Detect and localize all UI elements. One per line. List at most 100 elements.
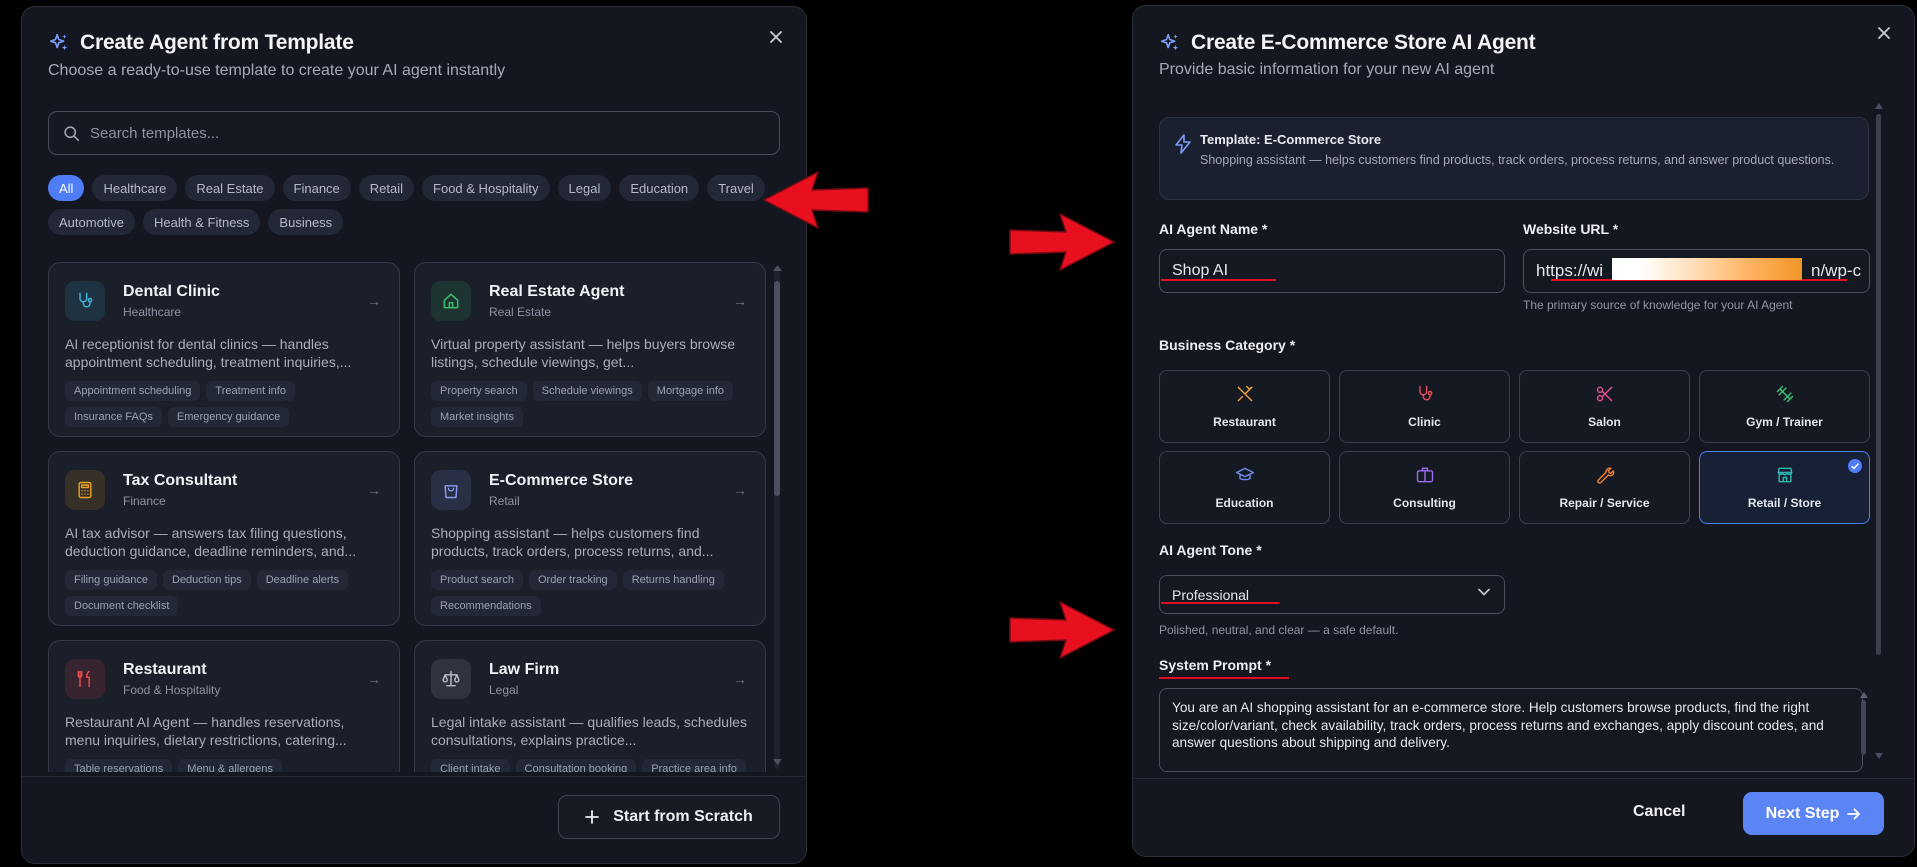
scrollbar-thumb[interactable]: [1876, 114, 1881, 655]
start-from-scratch-label: Start from Scratch: [613, 808, 753, 825]
feature-tag: Consultation booking: [515, 759, 637, 772]
template-card[interactable]: Tax Consultant Finance → AI tax advisor …: [48, 451, 400, 626]
filter-chip[interactable]: Education: [619, 175, 700, 201]
arrow-right-icon: →: [733, 293, 747, 309]
dumbbell-icon: [1775, 384, 1795, 409]
template-info-box: Template: E-Commerce Store Shopping assi…: [1159, 117, 1869, 200]
website-url-hint: The primary source of knowledge for your…: [1523, 298, 1793, 312]
scroll-up-icon[interactable]: [773, 265, 782, 271]
template-card[interactable]: E-Commerce Store Retail → Shopping assis…: [414, 451, 766, 626]
lightning-icon: [1175, 134, 1191, 154]
scissors-icon: [1595, 384, 1615, 409]
arrow-right-icon: [1847, 808, 1861, 819]
shopping-bag-icon: [431, 470, 471, 510]
feature-tag: Document checklist: [65, 596, 179, 616]
system-prompt-textarea[interactable]: You are an AI shopping assistant for an …: [1159, 688, 1863, 772]
agent-tone-select[interactable]: Professional: [1159, 575, 1505, 614]
filter-chip[interactable]: All: [48, 175, 85, 201]
template-card[interactable]: Restaurant Food & Hospitality → Restaura…: [48, 640, 400, 772]
annotation-underline: [1159, 677, 1289, 679]
feature-tag: Market insights: [431, 407, 523, 427]
close-button[interactable]: [764, 25, 788, 49]
filter-chip[interactable]: Healthcare: [92, 175, 178, 201]
scrollbar-thumb[interactable]: [774, 281, 780, 496]
website-url-value-end: n/wp-c: [1811, 261, 1862, 280]
filter-chip[interactable]: Health & Fitness: [143, 209, 261, 235]
scrollbar-track[interactable]: [774, 269, 780, 769]
dialog-header: Create E-Commerce Store AI Agent: [1159, 31, 1536, 55]
category-option[interactable]: Consulting: [1339, 451, 1510, 524]
category-option[interactable]: Education: [1159, 451, 1330, 524]
plus-icon: [585, 810, 600, 824]
filter-chip[interactable]: Legal: [557, 175, 612, 201]
fork-knife-icon: [65, 659, 105, 699]
check-icon: [1848, 459, 1862, 473]
feature-tag: Insurance FAQs: [65, 407, 162, 427]
search-icon: [64, 125, 80, 141]
system-prompt-value: You are an AI shopping assistant for an …: [1172, 700, 1824, 750]
template-card-category: Legal: [489, 683, 519, 697]
textarea-scrollbar-thumb[interactable]: [1861, 700, 1866, 755]
template-card-tags: Filing guidance Deduction tips Deadline al…: [65, 570, 385, 616]
filter-chip[interactable]: Automotive: [48, 209, 136, 235]
template-card[interactable]: Dental Clinic Healthcare → AI receptioni…: [48, 262, 400, 437]
textarea-scroll-up-icon[interactable]: [1860, 692, 1868, 698]
cancel-button[interactable]: Cancel: [1633, 803, 1685, 821]
store-icon: [1775, 465, 1795, 490]
annotation-arrow-right-2: [1009, 601, 1115, 659]
template-card[interactable]: Law Firm Legal → Legal intake assistant …: [414, 640, 766, 772]
feature-tag: Practice area info: [642, 759, 746, 772]
scroll-up-icon[interactable]: [1875, 103, 1883, 109]
filter-chip[interactable]: Travel: [707, 175, 765, 201]
template-card[interactable]: Real Estate Agent Real Estate → Virtual …: [414, 262, 766, 437]
scroll-down-icon[interactable]: [1875, 753, 1883, 759]
footer-divider: [22, 776, 806, 777]
category-option[interactable]: Gym / Trainer: [1699, 370, 1870, 443]
filter-chip[interactable]: Business: [268, 209, 344, 235]
annotation-arrow-right-1: [1009, 213, 1115, 271]
category-option-label: Salon: [1588, 415, 1621, 429]
annotation-underline: [1161, 279, 1276, 281]
category-option[interactable]: Salon: [1519, 370, 1690, 443]
scroll-down-icon[interactable]: [773, 759, 782, 765]
template-card-title: Tax Consultant: [123, 472, 238, 489]
sparkle-icon: [1160, 33, 1179, 51]
feature-tag: Appointment scheduling: [65, 381, 201, 401]
category-option[interactable]: Restaurant: [1159, 370, 1330, 443]
dialog-title: Create Agent from Template: [80, 31, 354, 54]
feature-tag: Treatment info: [206, 381, 295, 401]
template-card-title: Real Estate Agent: [489, 283, 625, 300]
house-icon: [431, 281, 471, 321]
template-card-description: Legal intake assistant — qualifies leads…: [431, 714, 747, 748]
filter-chip[interactable]: Food & Hospitality: [422, 175, 550, 201]
search-input[interactable]: [90, 124, 750, 142]
template-card-title: Dental Clinic: [123, 283, 220, 300]
filter-chip[interactable]: Real Estate: [185, 175, 275, 201]
feature-tag: Returns handling: [622, 570, 724, 590]
arrow-right-icon: →: [367, 482, 381, 498]
category-option[interactable]: Repair / Service: [1519, 451, 1690, 524]
agent-name-field[interactable]: Shop AI: [1159, 249, 1505, 293]
template-card-tags: Product search Order tracking Returns hand…: [431, 570, 751, 616]
agent-tone-value: Professional: [1172, 586, 1250, 603]
template-card-category: Finance: [123, 494, 166, 508]
category-option[interactable]: Clinic: [1339, 370, 1510, 443]
category-option-label: Repair / Service: [1559, 496, 1650, 510]
next-step-button[interactable]: Next Step: [1743, 792, 1884, 835]
agent-tone-hint: Polished, neutral, and clear — a safe de…: [1159, 623, 1399, 637]
template-info-title: Template: E-Commerce Store: [1200, 132, 1382, 147]
category-option-label: Clinic: [1408, 415, 1441, 429]
calculator-icon: [65, 470, 105, 510]
chevron-down-icon: [1478, 588, 1490, 596]
filter-chip[interactable]: Finance: [282, 175, 351, 201]
scrollbar-track[interactable]: [1876, 114, 1881, 655]
category-option[interactable]: Retail / Store: [1699, 451, 1870, 524]
template-card-description: Restaurant AI Agent — handles reservatio…: [65, 714, 347, 748]
dialog-title: Create E-Commerce Store AI Agent: [1191, 31, 1536, 54]
start-from-scratch-button[interactable]: Start from Scratch: [558, 795, 780, 839]
filter-chip[interactable]: Retail: [358, 175, 415, 201]
search-box[interactable]: [48, 111, 780, 155]
category-option-label: Education: [1215, 496, 1274, 510]
close-button[interactable]: [1872, 21, 1896, 45]
agent-name-label: AI Agent Name *: [1159, 221, 1268, 237]
